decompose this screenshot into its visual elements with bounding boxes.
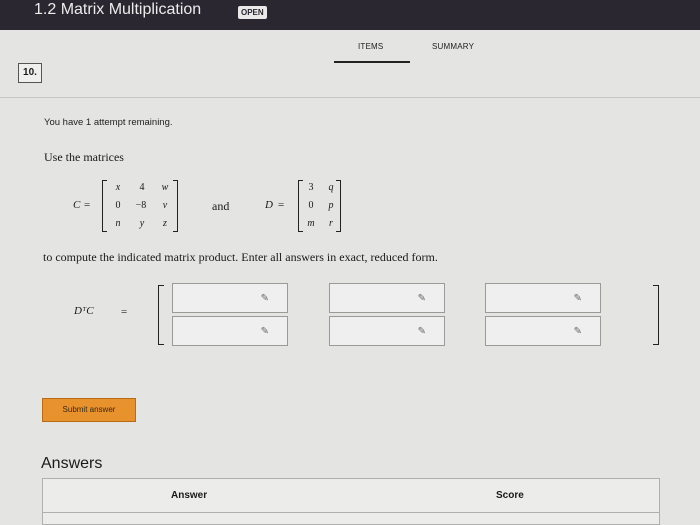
matrix-cell: −8	[135, 200, 147, 211]
answer-left-bracket	[158, 285, 164, 345]
question-number[interactable]: 10.	[18, 63, 42, 83]
column-header-answer: Answer	[171, 490, 208, 501]
pencil-icon: ✎	[260, 326, 269, 337]
top-bar: 1.2 Matrix Multiplication OPEN	[0, 0, 700, 30]
pencil-icon: ✎	[417, 326, 426, 337]
matrix-cell: m	[307, 218, 315, 229]
product-equals: =	[121, 306, 128, 318]
pencil-icon: ✎	[260, 293, 269, 304]
matrix-d-equals: =	[278, 199, 285, 211]
tab-summary[interactable]: SUMMARY	[432, 42, 474, 51]
and-text: and	[212, 199, 230, 213]
active-tab-indicator	[334, 61, 410, 63]
instruction-text: to compute the indicated matrix product.…	[43, 250, 438, 264]
matrix-d-left-bracket	[298, 180, 303, 232]
matrix-cell: 0	[308, 200, 314, 211]
divider	[0, 97, 700, 98]
answer-input-r1c3[interactable]: ✎	[485, 283, 601, 313]
answers-heading: Answers	[41, 455, 103, 472]
table-divider	[43, 512, 659, 513]
matrix-cell: v	[162, 200, 168, 211]
answer-input-r2c3[interactable]: ✎	[485, 316, 601, 346]
matrix-c-right-bracket	[173, 180, 178, 232]
matrix-cell: 3	[308, 182, 314, 193]
matrix-cell: y	[139, 218, 145, 229]
answer-input-r2c1[interactable]: ✎	[172, 316, 288, 346]
answer-input-r2c2[interactable]: ✎	[329, 316, 445, 346]
matrix-cell: w	[161, 182, 169, 193]
matrix-d-label: D	[265, 199, 273, 211]
assignment-title: 1.2 Matrix Multiplication	[34, 1, 202, 18]
tab-items[interactable]: ITEMS	[358, 42, 383, 51]
matrix-c-equals: =	[84, 199, 91, 211]
matrix-cell: x	[115, 182, 121, 193]
answers-table: Answer Score	[42, 478, 660, 525]
answer-right-bracket	[653, 285, 659, 345]
matrix-cell: r	[329, 218, 333, 229]
matrix-cell: q	[328, 182, 334, 193]
question-intro: Use the matrices	[44, 150, 124, 164]
pencil-icon: ✎	[573, 326, 582, 337]
matrix-c-label: C	[73, 199, 81, 211]
matrix-cell: n	[115, 218, 121, 229]
matrix-cell: p	[328, 200, 334, 211]
pencil-icon: ✎	[573, 293, 582, 304]
answer-input-r1c2[interactable]: ✎	[329, 283, 445, 313]
status-badge: OPEN	[238, 6, 267, 19]
matrix-cell: 0	[115, 200, 121, 211]
matrix-cell: z	[163, 218, 167, 229]
column-header-score: Score	[496, 490, 524, 501]
answer-input-r1c1[interactable]: ✎	[172, 283, 288, 313]
pencil-icon: ✎	[417, 293, 426, 304]
product-label: DᵀC	[74, 305, 94, 317]
attempts-remaining: You have 1 attempt remaining.	[44, 117, 173, 128]
matrix-cell: 4	[139, 182, 145, 193]
submit-answer-button[interactable]: Submit answer	[42, 398, 136, 422]
matrix-c-left-bracket	[102, 180, 107, 232]
